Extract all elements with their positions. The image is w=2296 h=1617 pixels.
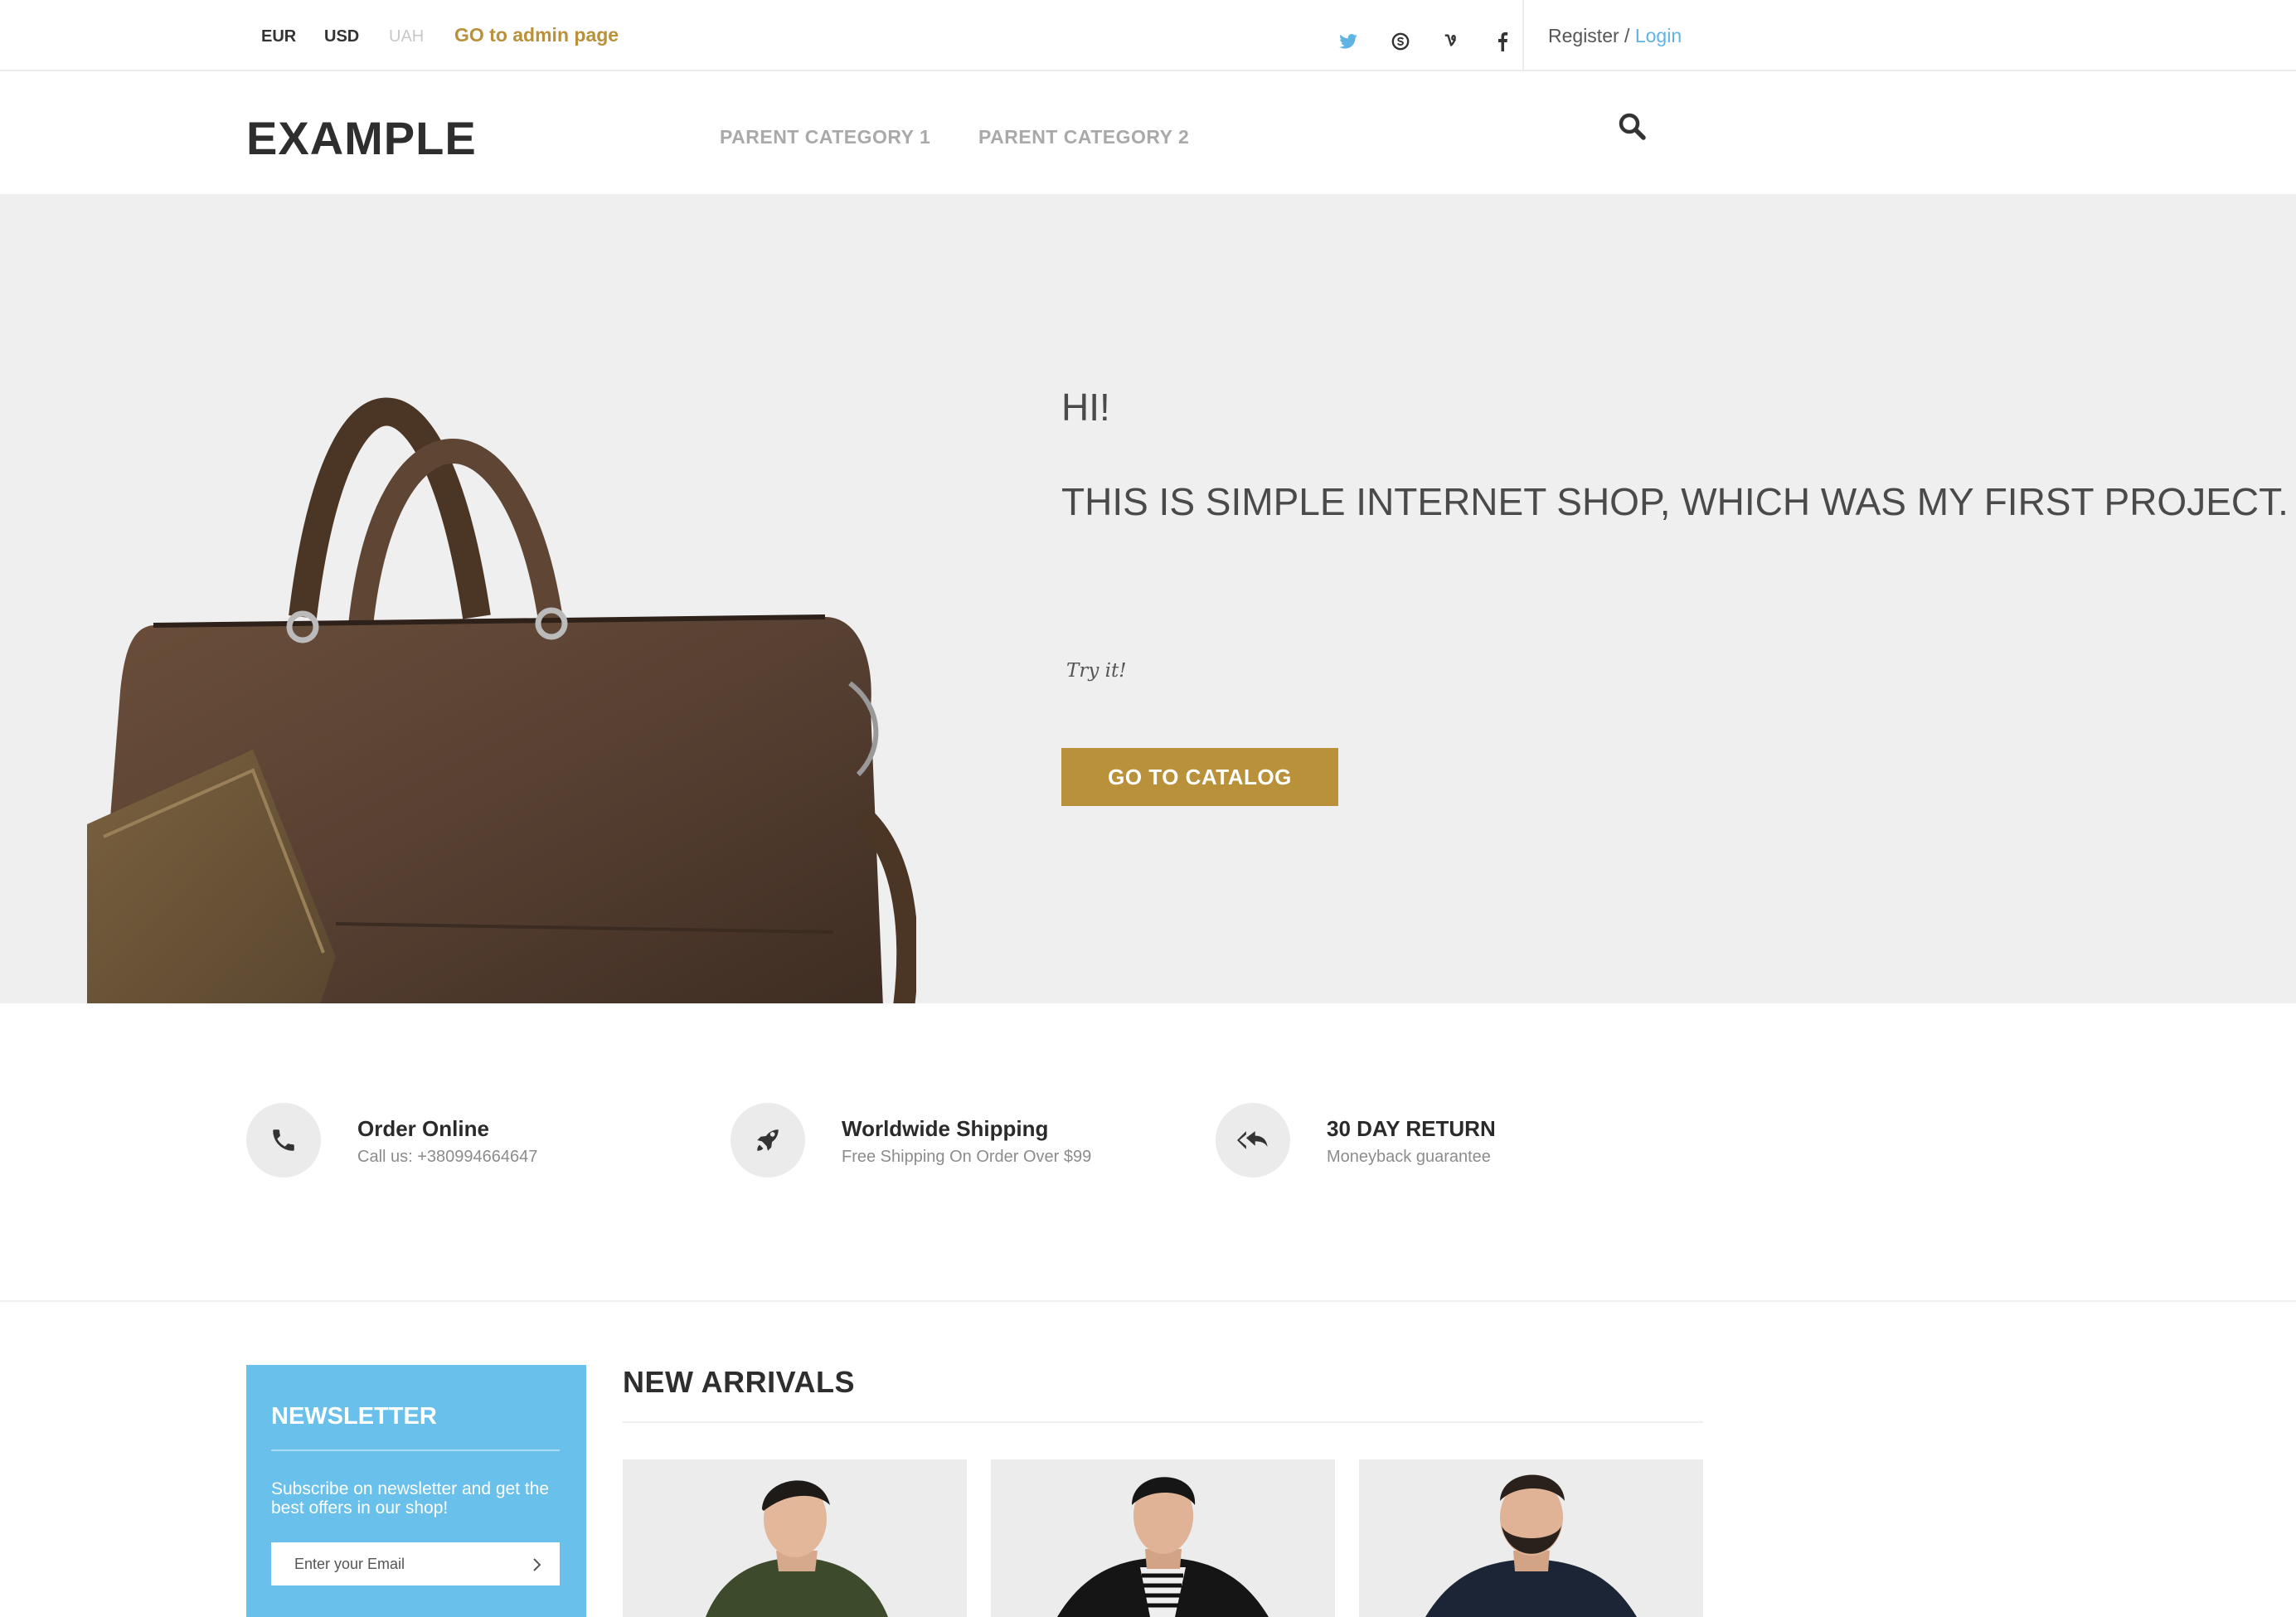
admin-page-link[interactable]: GO to admin page [454, 24, 619, 46]
site-logo[interactable]: EXAMPLE [246, 111, 477, 165]
feature-order-online: Order Online Call us: +380994664647 [246, 1103, 661, 1186]
features-strip: Order Online Call us: +380994664647 Worl… [0, 1003, 2296, 1302]
product-image [1425, 1474, 1637, 1617]
feature-description: Free Shipping On Order Over $99 [842, 1148, 1092, 1166]
chevron-right-icon[interactable] [525, 1552, 550, 1577]
feature-title: 30 DAY RETURN [1327, 1116, 1496, 1141]
auth-separator: / [1619, 25, 1635, 46]
go-to-catalog-button[interactable]: GO TO CATALOG [1061, 748, 1338, 806]
reply-all-icon [1216, 1103, 1290, 1178]
new-arrivals-title: NEW ARRIVALS [623, 1365, 855, 1399]
leather-bag-image [87, 397, 916, 1003]
product-card[interactable] [623, 1459, 967, 1617]
newsletter-box: NEWSLETTER Subscribe on newsletter and g… [246, 1365, 586, 1617]
feature-title: Order Online [357, 1116, 489, 1141]
product-image [1057, 1477, 1269, 1617]
product-image [706, 1480, 888, 1617]
vine-icon[interactable] [1435, 25, 1468, 58]
skype-icon[interactable] [1384, 25, 1417, 58]
newsletter-email-input[interactable] [271, 1542, 560, 1585]
login-link[interactable]: Login [1635, 25, 1682, 46]
search-icon[interactable] [1617, 111, 1650, 144]
newsletter-divider [271, 1449, 560, 1451]
newsletter-text: Subscribe on newsletter and get the best… [271, 1479, 550, 1517]
currency-usd[interactable]: USD [324, 27, 359, 46]
main-header: EXAMPLE PARENT CATEGORY 1 PARENT CATEGOR… [0, 73, 2296, 194]
nav-parent-category-1[interactable]: PARENT CATEGORY 1 [720, 126, 930, 148]
feature-description: Call us: +380994664647 [357, 1148, 538, 1166]
topbar-divider [1522, 0, 1524, 71]
auth-links: Register / Login [1548, 25, 1682, 47]
newsletter-title: NEWSLETTER [271, 1403, 437, 1430]
hero-banner: HI! THIS IS SIMPLE INTERNET SHOP, WHICH … [0, 194, 2296, 1003]
phone-icon [246, 1103, 321, 1178]
rocket-icon [731, 1103, 805, 1178]
hero-subtitle: THIS IS SIMPLE INTERNET SHOP, WHICH WAS … [1061, 480, 2289, 523]
new-arrivals-divider [623, 1421, 1703, 1423]
product-card[interactable] [1359, 1459, 1703, 1617]
hero-tagline: Try it! [1066, 660, 1127, 682]
product-card[interactable] [991, 1459, 1335, 1617]
register-link[interactable]: Register [1548, 25, 1619, 46]
feature-worldwide-shipping: Worldwide Shipping Free Shipping On Orde… [731, 1103, 1145, 1186]
feature-description: Moneyback guarantee [1327, 1148, 1491, 1166]
facebook-icon[interactable] [1486, 25, 1519, 58]
top-bar: EUR USD UAH GO to admin page Register / … [0, 0, 2296, 71]
nav-parent-category-2[interactable]: PARENT CATEGORY 2 [978, 126, 1189, 148]
feature-title: Worldwide Shipping [842, 1116, 1049, 1141]
currency-uah: UAH [389, 27, 425, 46]
hero-greeting: HI! [1061, 386, 1110, 429]
feature-30-day-return: 30 DAY RETURN Moneyback guarantee [1216, 1103, 1630, 1186]
currency-eur[interactable]: EUR [261, 27, 296, 46]
twitter-icon[interactable] [1332, 25, 1365, 58]
